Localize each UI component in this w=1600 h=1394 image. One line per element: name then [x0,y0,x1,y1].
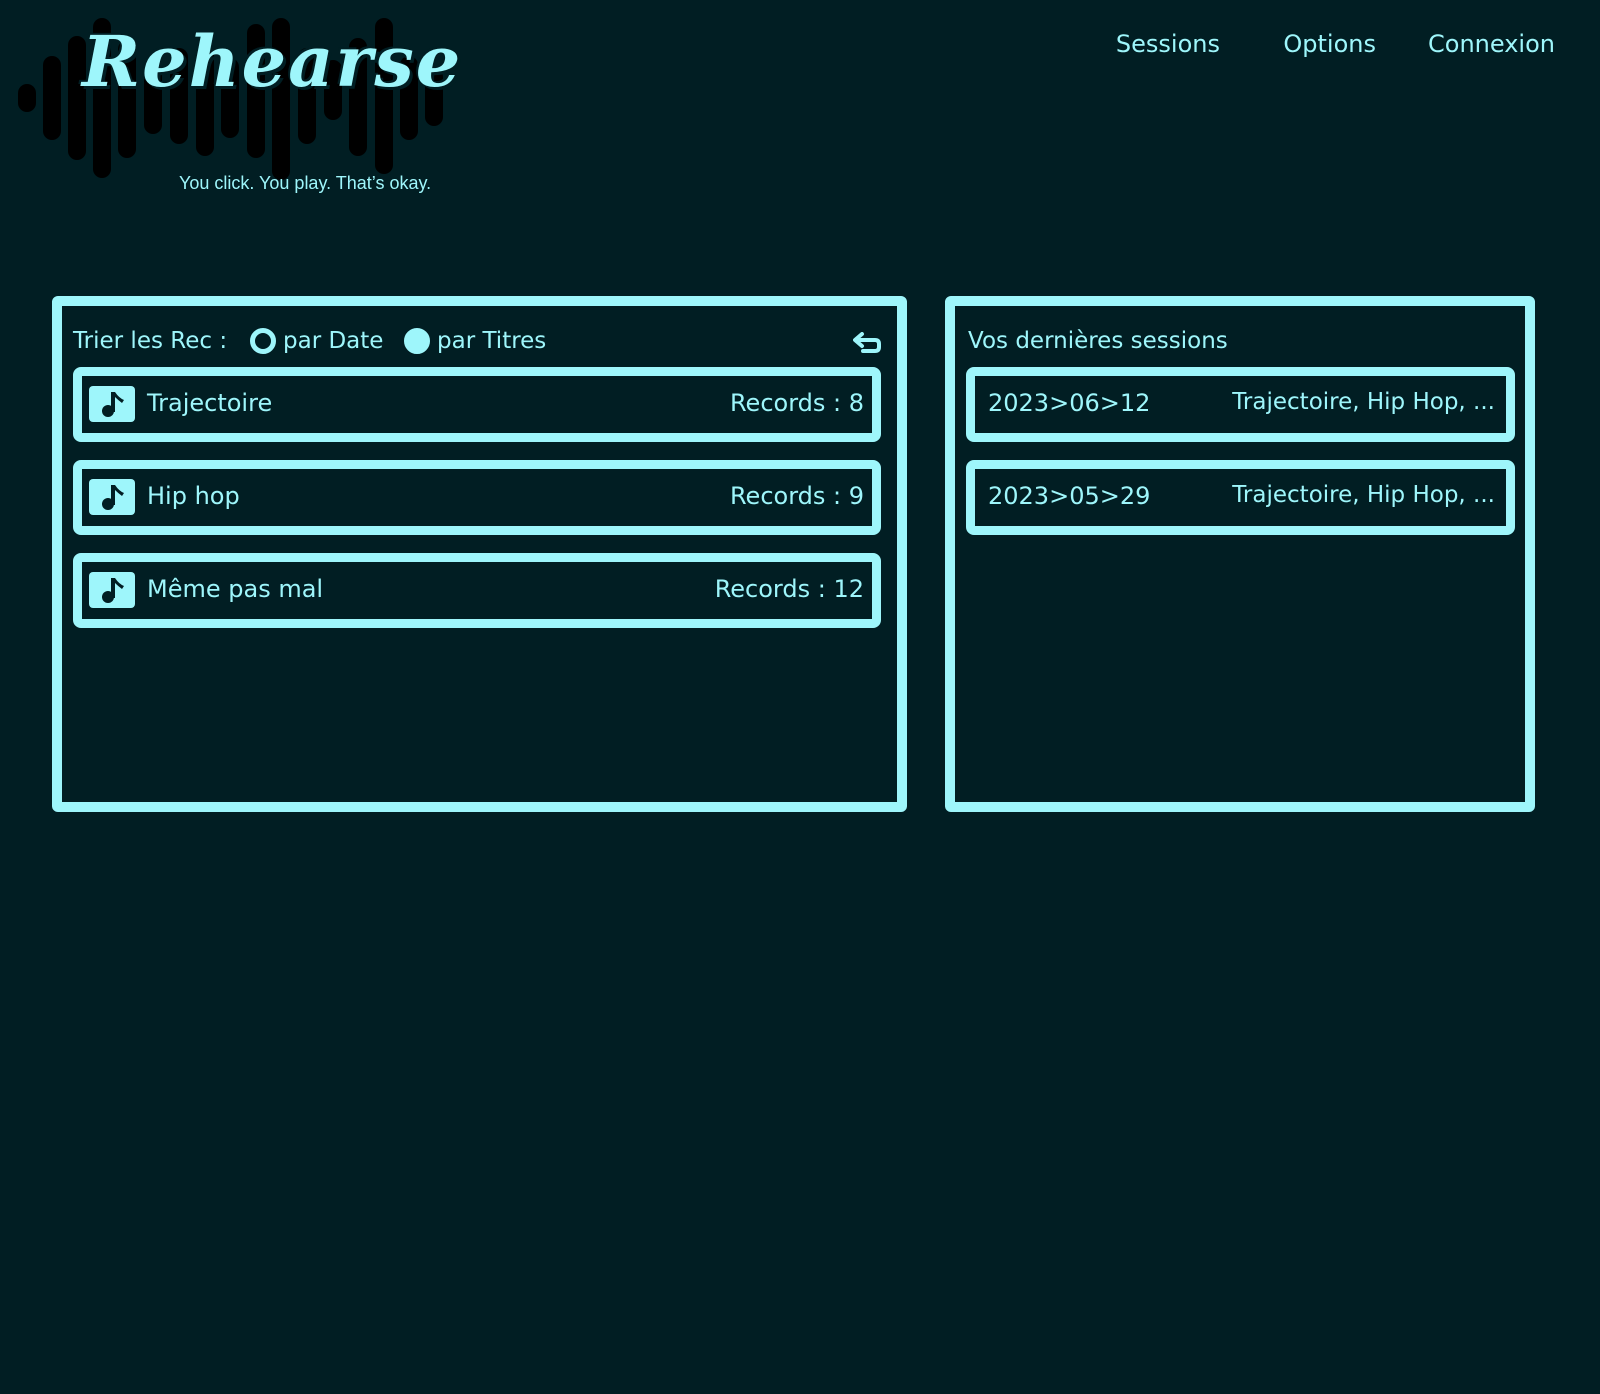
song-card[interactable]: Même pas mal Records : 12 [73,553,881,628]
session-card[interactable]: 2023>06>12 Trajectoire, Hip Hop, ... [966,367,1515,442]
song-title: Trajectoire [147,389,273,417]
music-note-icon [89,386,135,422]
tagline: You click. You play. That’s okay. [179,173,432,193]
logo-title: Rehearse [82,20,463,103]
sort-by-title-label: par Titres [437,328,547,354]
radio-filled-icon [404,328,430,354]
sort-by-title-radio[interactable]: par Titres [404,328,546,358]
sort-by-date-radio[interactable]: par Date [250,328,383,358]
song-records-count: Records : 12 [714,575,864,603]
song-title: Même pas mal [147,575,324,603]
return-arrow-icon[interactable] [853,332,881,354]
song-title: Hip hop [147,482,240,510]
logo[interactable]: Rehearse You click. You play. That’s oka… [18,18,460,208]
session-date: 2023>05>29 [988,482,1151,510]
sort-label: Trier les Rec : [73,328,228,354]
records-panel: Trier les Rec : par Date par Titres Traj… [52,296,907,812]
sort-by-date-label: par Date [283,328,384,354]
song-records-count: Records : 8 [729,389,864,417]
sessions-heading: Vos dernières sessions [968,328,1228,354]
song-card[interactable]: Trajectoire Records : 8 [73,367,881,442]
radio-empty-icon [250,328,276,354]
music-note-icon [89,479,135,515]
session-tracks: Trajectoire, Hip Hop, ... [1232,482,1495,508]
nav-sessions-link[interactable]: Sessions [1116,30,1220,58]
session-tracks: Trajectoire, Hip Hop, ... [1232,389,1495,415]
sessions-panel: Vos dernières sessions 2023>06>12 Trajec… [945,296,1535,812]
song-card[interactable]: Hip hop Records : 9 [73,460,881,535]
session-card[interactable]: 2023>05>29 Trajectoire, Hip Hop, ... [966,460,1515,535]
nav-options-link[interactable]: Options [1283,30,1376,58]
session-date: 2023>06>12 [988,389,1151,417]
song-records-count: Records : 9 [729,482,864,510]
music-note-icon [89,572,135,608]
nav-connexion-link[interactable]: Connexion [1428,30,1555,58]
